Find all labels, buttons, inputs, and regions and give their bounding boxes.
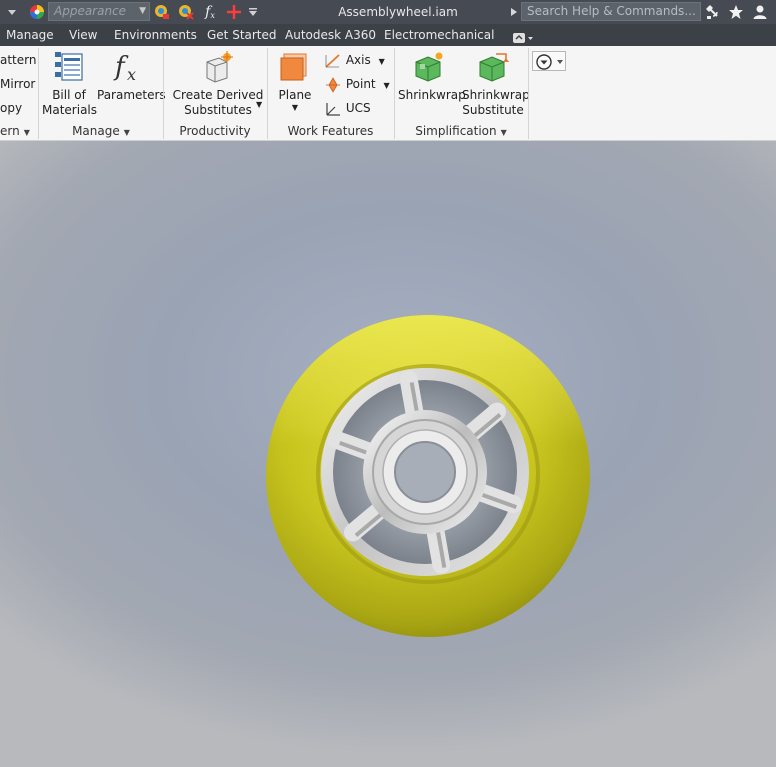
panel-options-dropdown[interactable] bbox=[532, 51, 566, 71]
simplification-group-label[interactable]: Simplification ▼ bbox=[395, 123, 527, 139]
chevron-down-icon[interactable]: ▼ bbox=[256, 100, 262, 109]
shrinkwrap-button[interactable]: Shrinkwrap bbox=[398, 50, 466, 103]
axis-icon bbox=[325, 53, 340, 68]
axis-label: Axis bbox=[345, 53, 371, 67]
ribbon-panel: attern Mirror opy ern ▼ Bill of Materials… bbox=[0, 46, 776, 141]
star-icon[interactable] bbox=[727, 0, 745, 24]
axis-button[interactable]: Axis ▼ bbox=[324, 51, 385, 69]
svg-text:x: x bbox=[127, 65, 136, 84]
copy-button[interactable]: opy bbox=[0, 99, 22, 117]
tab-view[interactable]: View bbox=[69, 24, 97, 46]
plane-icon bbox=[280, 53, 307, 81]
create-derived-label-2: Substitutes bbox=[184, 103, 252, 117]
point-icon bbox=[326, 76, 340, 93]
ucs-button[interactable]: UCS bbox=[324, 99, 371, 117]
ucs-label: UCS bbox=[345, 101, 371, 115]
chevron-down-icon: ▼ bbox=[500, 128, 507, 137]
axle-bore bbox=[394, 441, 456, 503]
ribbon-tabs: Manage View Environments Get Started Aut… bbox=[0, 24, 776, 46]
point-label: Point bbox=[345, 77, 376, 91]
plane-button[interactable]: Plane ▼ bbox=[274, 50, 316, 113]
add-plus-icon[interactable] bbox=[224, 0, 244, 24]
tab-get-started[interactable]: Get Started bbox=[207, 24, 277, 46]
chevron-right-icon[interactable] bbox=[508, 0, 520, 24]
group-divider bbox=[528, 48, 529, 139]
title-bar: Appearance ▼ fx Assemblywheel.iam Search… bbox=[0, 0, 776, 24]
shrinkwrap-substitute-icon bbox=[479, 53, 509, 82]
bill-of-materials-label-2: Materials bbox=[42, 103, 98, 117]
search-help-input[interactable]: Search Help & Commands... bbox=[521, 2, 701, 21]
point-button[interactable]: Point ▼ bbox=[324, 75, 390, 93]
tab-autodesk-a360[interactable]: Autodesk A360 bbox=[285, 24, 376, 46]
fx-parameters-icon: f x bbox=[113, 52, 136, 84]
work-features-group-label: Work Features bbox=[287, 124, 374, 138]
tab-environments[interactable]: Environments bbox=[114, 24, 197, 46]
chevron-down-icon: ▼ bbox=[139, 6, 146, 16]
wheel-model[interactable] bbox=[0, 141, 776, 767]
clear-appearance-icon[interactable] bbox=[176, 0, 196, 24]
chevron-down-icon: ▼ bbox=[383, 81, 390, 90]
fx-parameters-icon[interactable]: fx bbox=[200, 0, 220, 24]
create-derived-substitutes-icon bbox=[206, 51, 233, 83]
bill-of-materials-icon bbox=[55, 52, 83, 81]
bill-of-materials-label-1: Bill of bbox=[52, 88, 86, 102]
search-placeholder: Search Help & Commands... bbox=[527, 4, 696, 18]
tab-manage[interactable]: Manage bbox=[6, 24, 54, 46]
chevron-down-icon: ▼ bbox=[378, 57, 385, 66]
appearance-placeholder: Appearance bbox=[54, 4, 127, 18]
shrinkwrap-label: Shrinkwrap bbox=[398, 88, 466, 102]
bill-of-materials-button[interactable]: Bill of Materials bbox=[42, 50, 98, 118]
quick-access-dropdown[interactable] bbox=[0, 0, 24, 24]
graphics-viewport[interactable] bbox=[0, 141, 776, 767]
shrinkwrap-icon bbox=[415, 52, 443, 82]
shrinkwrap-substitute-label-1: Shrinkwrap bbox=[462, 88, 530, 102]
tab-electromechanical[interactable]: Electromechanical bbox=[384, 24, 494, 46]
ribbon-minimize-icon[interactable] bbox=[512, 29, 534, 43]
group-divider bbox=[38, 48, 39, 139]
plane-label: Plane bbox=[278, 88, 312, 102]
satellite-icon[interactable] bbox=[704, 0, 722, 24]
shrinkwrap-substitute-label-2: Substitute bbox=[462, 103, 524, 117]
create-derived-label-1: Create Derived bbox=[172, 88, 264, 102]
color-wheel-icon[interactable] bbox=[27, 0, 47, 24]
parameters-button[interactable]: f x Parameters bbox=[97, 50, 166, 103]
mirror-button[interactable]: Mirror bbox=[0, 75, 35, 93]
ucs-icon bbox=[326, 102, 340, 116]
parameters-label: Parameters bbox=[97, 88, 166, 102]
shrinkwrap-substitute-button[interactable]: Shrinkwrap Substitute bbox=[462, 50, 530, 118]
manage-group-label[interactable]: Manage ▼ bbox=[40, 123, 162, 139]
pattern-group-label[interactable]: ern ▼ bbox=[0, 123, 36, 139]
customize-toolbar-icon[interactable] bbox=[246, 0, 260, 24]
chevron-down-icon: ▼ bbox=[123, 128, 130, 137]
appearance-select[interactable]: Appearance ▼ bbox=[48, 2, 150, 21]
adjust-appearance-icon[interactable] bbox=[152, 0, 172, 24]
pattern-button[interactable]: attern bbox=[0, 51, 36, 69]
productivity-group-label: Productivity bbox=[179, 124, 251, 138]
create-derived-substitutes-button[interactable]: Create Derived Substitutes bbox=[170, 50, 266, 118]
chevron-down-icon: ▼ bbox=[23, 128, 30, 137]
user-icon[interactable] bbox=[751, 0, 769, 24]
chevron-down-icon: ▼ bbox=[291, 103, 299, 112]
